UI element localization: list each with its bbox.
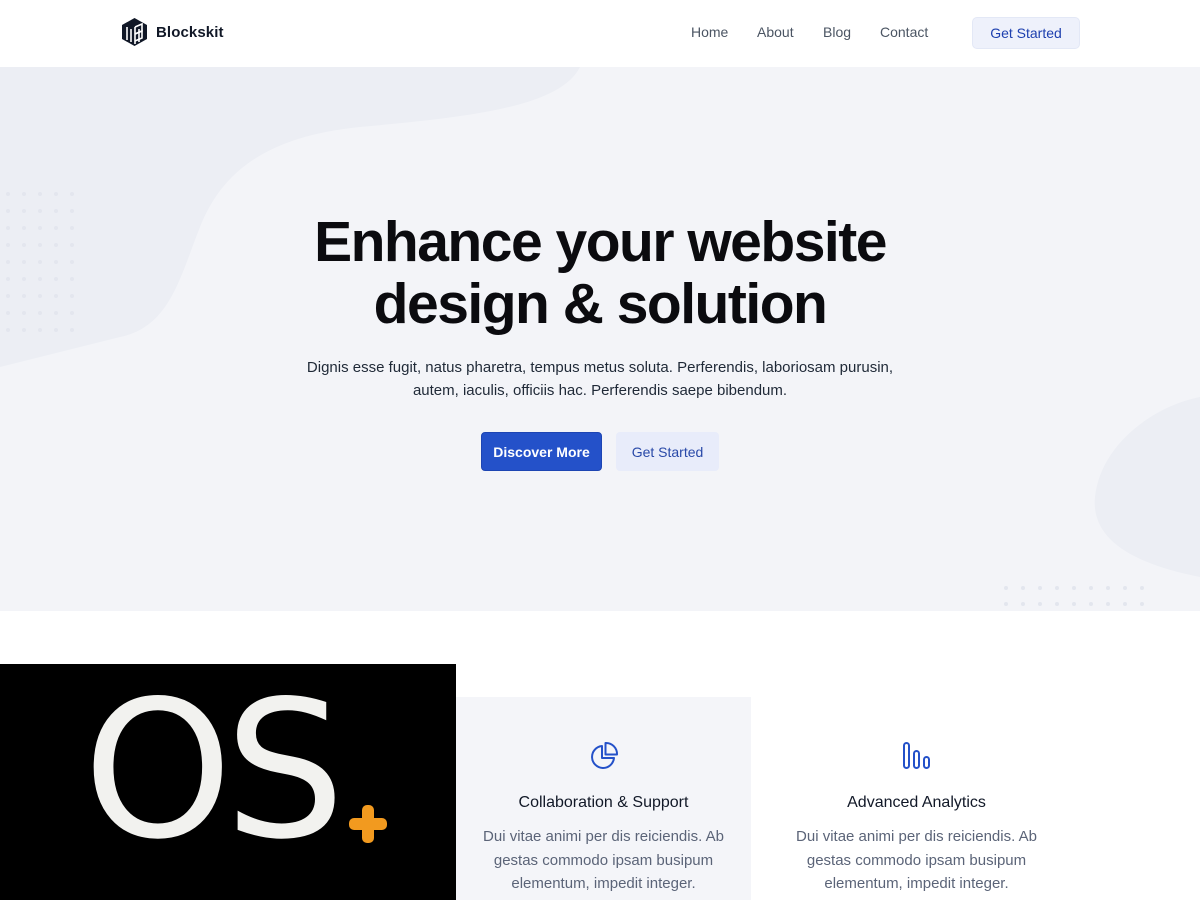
brand-logo[interactable]: Blockskit [121, 17, 224, 47]
bar-chart-icon [902, 742, 930, 769]
nav-link-home[interactable]: Home [691, 24, 728, 40]
feature-card-collaboration: Collaboration & Support Dui vitae animi … [456, 697, 751, 900]
hero-title-line-1: Enhance your website [314, 210, 887, 274]
hero-section: Enhance your website design & solution D… [0, 67, 1200, 611]
nav-link-about[interactable]: About [757, 24, 794, 40]
blocks-logo-icon [122, 18, 147, 46]
os-plus-banner: OS [0, 664, 456, 900]
hero-subtitle: Dignis esse fugit, natus pharetra, tempu… [306, 359, 894, 399]
os-logo-text: OS [83, 664, 345, 881]
hero-title-line-2: design & solution [373, 272, 828, 336]
feature-title: Collaboration & Support [518, 794, 689, 811]
feature-description: Dui vitae animi per dis reiciendis. Ab g… [483, 828, 724, 892]
nav-link-contact[interactable]: Contact [880, 24, 930, 40]
discover-more-button[interactable]: Discover More [481, 432, 602, 471]
feature-description: Dui vitae animi per dis reiciendis. Ab g… [796, 828, 1037, 892]
feature-title: Advanced Analytics [847, 794, 986, 811]
plus-icon [349, 805, 387, 843]
nav-link-blog[interactable]: Blog [823, 24, 851, 40]
brand-name: Blockskit [156, 23, 224, 41]
header-get-started-button[interactable]: Get Started [972, 17, 1080, 49]
pie-chart-icon [590, 742, 618, 769]
hero-get-started-button[interactable]: Get Started [616, 432, 719, 471]
hero-title: Enhance your website design & solution [0, 211, 1200, 335]
feature-card-analytics: Advanced Analytics Dui vitae animi per d… [769, 697, 1064, 900]
hero-background-decoration [0, 67, 1200, 606]
site-header: Blockskit Home About Blog Contact Get St… [0, 0, 1200, 67]
main-nav: Home About Blog Contact [691, 24, 959, 40]
